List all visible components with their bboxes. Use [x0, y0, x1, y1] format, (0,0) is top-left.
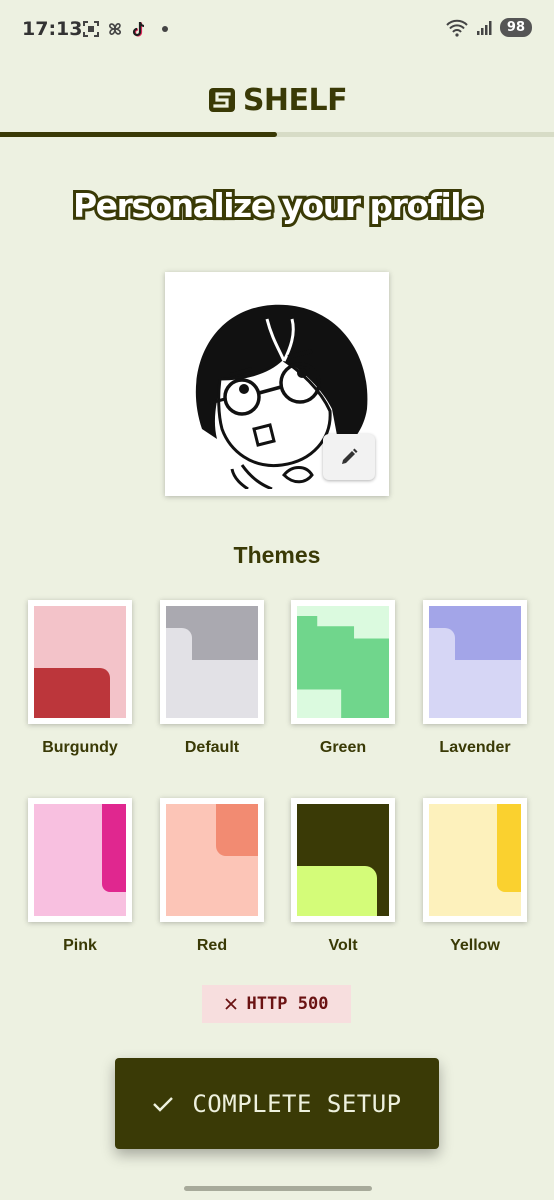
theme-option-lavender[interactable]: Lavender [423, 600, 527, 757]
theme-option-green[interactable]: Green [291, 600, 395, 757]
close-icon [224, 998, 237, 1010]
theme-option-pink[interactable]: Pink [28, 798, 132, 955]
theme-label: Lavender [439, 739, 511, 756]
theme-preview [297, 804, 389, 916]
theme-bg-cutout [429, 628, 455, 660]
theme-preview [297, 606, 389, 718]
profile-avatar[interactable] [165, 272, 389, 496]
check-icon [153, 1096, 174, 1112]
theme-label: Pink [63, 937, 97, 954]
theme-option-yellow[interactable]: Yellow [423, 798, 527, 955]
progress-fill [0, 132, 277, 137]
theme-swatch [423, 798, 527, 922]
theme-option-red[interactable]: Red [160, 798, 264, 955]
theme-option-default[interactable]: Default [160, 600, 264, 757]
theme-swatch [160, 600, 264, 724]
wifi-icon [446, 19, 468, 37]
home-indicator[interactable] [184, 1186, 372, 1191]
pinwheel-icon [109, 23, 121, 35]
page-title: Personalize your profile [70, 183, 486, 228]
error-message: HTTP 500 [202, 985, 351, 1023]
onboarding-progress [0, 132, 554, 137]
theme-accent [297, 616, 389, 718]
signal-icon [476, 20, 492, 35]
battery-icon: 98 [499, 18, 532, 37]
notification-dot [162, 26, 168, 32]
theme-swatch [160, 798, 264, 922]
status-bar: 17:13 98 [0, 0, 554, 60]
tiktok-icon [132, 21, 145, 37]
theme-bg-cutout [166, 628, 192, 660]
theme-label: Volt [328, 937, 358, 954]
theme-swatch [423, 600, 527, 724]
theme-swatch [291, 600, 395, 724]
theme-accent [497, 804, 521, 892]
theme-accent [102, 804, 126, 892]
theme-label: Default [184, 739, 240, 756]
theme-label: Red [196, 937, 228, 954]
theme-swatch [28, 600, 132, 724]
theme-accent [216, 804, 258, 856]
theme-preview [429, 606, 521, 718]
theme-preview [166, 606, 258, 718]
theme-preview [34, 606, 126, 718]
theme-accent [34, 668, 110, 718]
theme-option-volt[interactable]: Volt [291, 798, 395, 955]
theme-option-burgundy[interactable]: Burgundy [28, 600, 132, 757]
complete-setup-button[interactable]: COMPLETE SETUP [115, 1058, 439, 1149]
theme-label: Green [319, 739, 367, 756]
themes-heading: Themes [233, 542, 321, 568]
theme-swatch [291, 798, 395, 922]
theme-label: Burgundy [42, 739, 118, 756]
theme-label: Yellow [450, 937, 500, 954]
theme-preview [34, 804, 126, 916]
screenshot-icon [83, 21, 99, 37]
shelf-logo-icon [208, 88, 235, 112]
pencil-icon [342, 448, 358, 464]
complete-setup-label: COMPLETE SETUP [192, 1089, 402, 1118]
app-logo: SHELF [0, 80, 554, 120]
error-text: HTTP 500 [246, 994, 329, 1014]
theme-accent [297, 866, 377, 916]
theme-preview [429, 804, 521, 916]
theme-swatch [28, 798, 132, 922]
logo-text: SHELF [242, 82, 348, 118]
theme-preview [166, 804, 258, 916]
edit-avatar-button[interactable] [323, 434, 375, 480]
status-time: 17:13 [22, 18, 83, 40]
